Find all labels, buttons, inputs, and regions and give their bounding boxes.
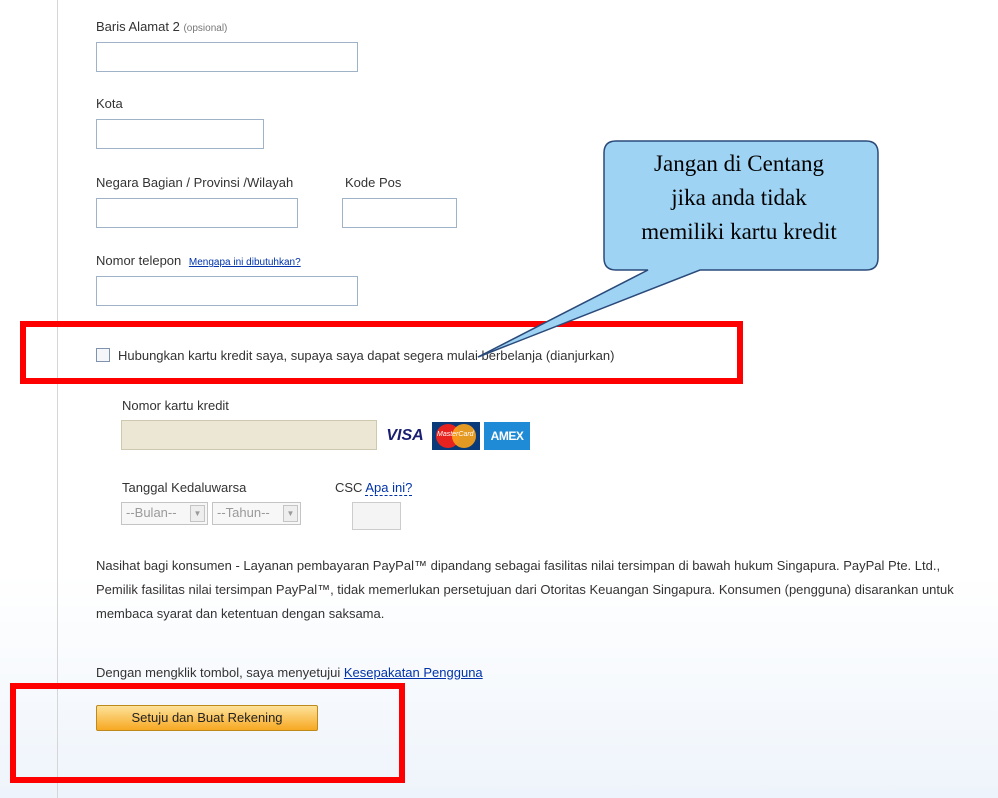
amex-logo: AMEX <box>484 422 530 450</box>
csc-input[interactable] <box>352 502 401 530</box>
postal-input[interactable] <box>342 198 457 228</box>
button-highlight-box <box>10 683 405 783</box>
csc-label: CSC Apa ini? <box>335 480 413 496</box>
postal-label: Kode Pos <box>345 175 402 190</box>
callout-line-1: Jangan di Centang <box>654 151 824 176</box>
optional-hint: (opsional) <box>183 23 228 34</box>
csc-help-link[interactable]: Apa ini? <box>365 480 413 496</box>
address2-label: Baris Alamat 2 (opsional) <box>96 19 227 34</box>
csc-label-text: CSC <box>335 480 363 495</box>
card-number-input[interactable] <box>121 420 377 450</box>
card-number-label: Nomor kartu kredit <box>122 398 229 413</box>
address2-input[interactable] <box>96 42 358 72</box>
expiry-month-select[interactable]: --Bulan-- ▼ <box>121 502 208 525</box>
address2-label-text: Baris Alamat 2 <box>96 19 180 34</box>
chevron-down-icon: ▼ <box>190 505 205 522</box>
city-label: Kota <box>96 96 123 111</box>
expiry-year-value: --Tahun-- <box>217 505 270 520</box>
expiry-year-select[interactable]: --Tahun-- ▼ <box>212 502 301 525</box>
phone-label-text: Nomor telepon <box>96 253 182 268</box>
phone-help-link[interactable]: Mengapa ini dibutuhkan? <box>189 257 301 268</box>
expiry-month-value: --Bulan-- <box>126 505 177 520</box>
phone-input[interactable] <box>96 276 358 306</box>
mastercard-wordmark: MasterCard <box>437 431 474 438</box>
visa-logo: VISA <box>382 422 428 450</box>
callout-line-2: jika anda tidak <box>671 185 807 210</box>
callout-text: Jangan di Centang jika anda tidak memili… <box>598 147 880 249</box>
agreement-prefix: Dengan mengklik tombol, saya menyetujui <box>96 665 341 680</box>
agreement-text: Dengan mengklik tombol, saya menyetujui … <box>96 665 483 680</box>
state-input[interactable] <box>96 198 298 228</box>
checkbox-highlight-box <box>20 321 743 384</box>
chevron-down-icon: ▼ <box>283 505 298 522</box>
left-divider <box>57 0 58 798</box>
city-input[interactable] <box>96 119 264 149</box>
phone-label: Nomor telepon Mengapa ini dibutuhkan? <box>96 253 301 268</box>
state-label: Negara Bagian / Provinsi /Wilayah <box>96 175 294 190</box>
mastercard-logo: MasterCard <box>432 422 480 450</box>
expiry-label: Tanggal Kedaluwarsa <box>122 480 247 495</box>
callout-line-3: memiliki kartu kredit <box>641 219 837 244</box>
user-agreement-link[interactable]: Kesepakatan Pengguna <box>344 665 483 680</box>
card-logos: VISA MasterCard AMEX <box>382 420 530 452</box>
consumer-disclaimer: Nasihat bagi konsumen - Layanan pembayar… <box>96 558 954 621</box>
